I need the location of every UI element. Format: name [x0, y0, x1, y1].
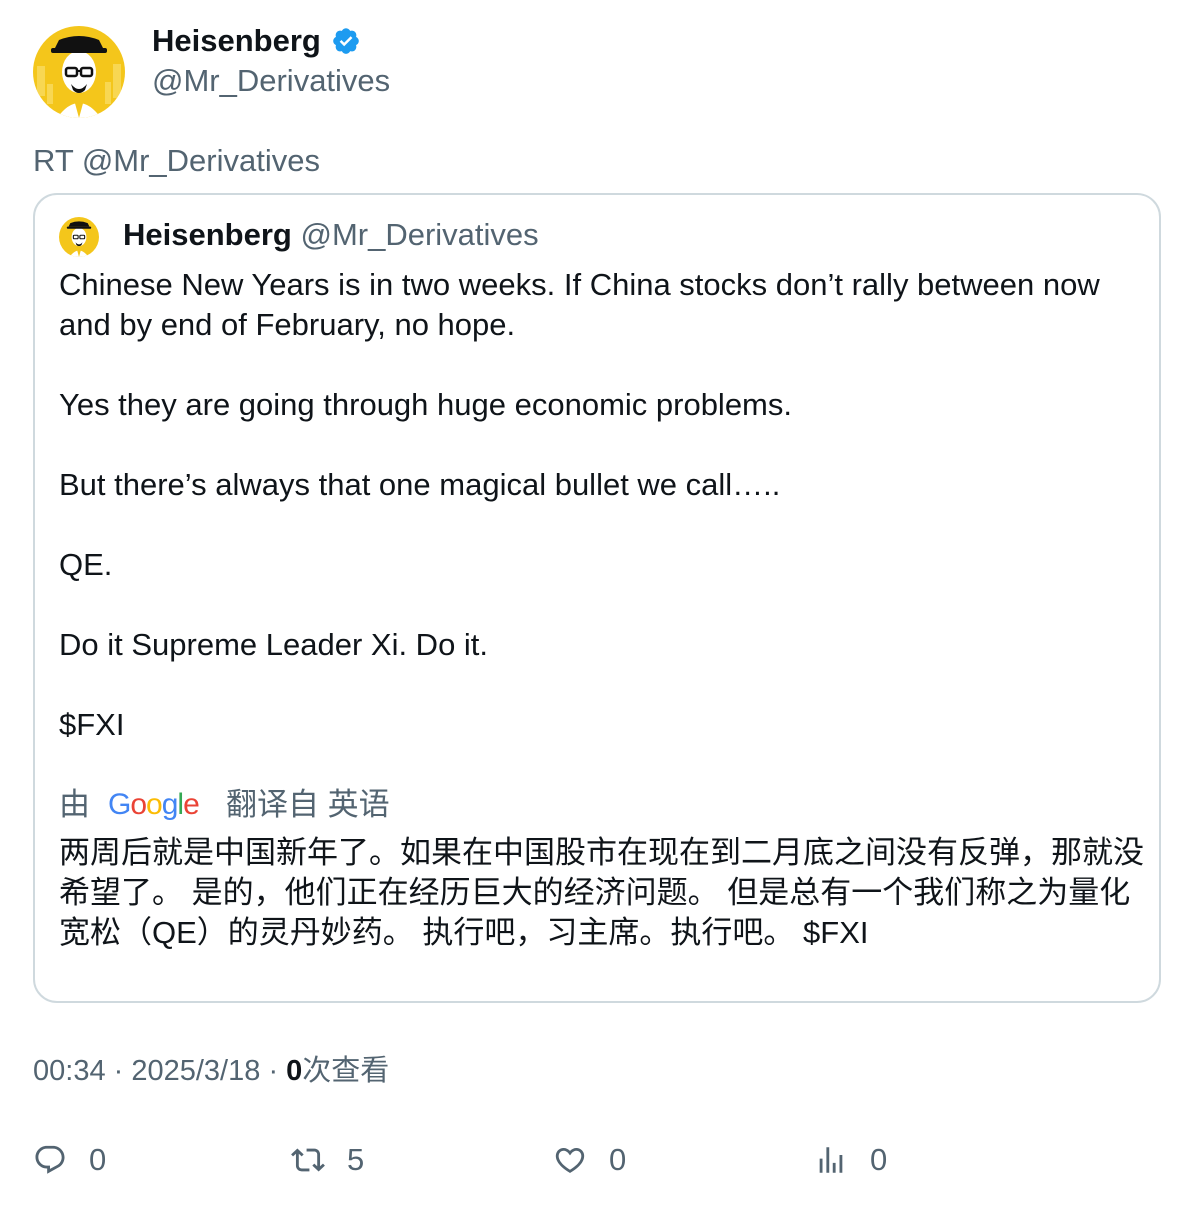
views-count-action: 0 [870, 1142, 888, 1177]
heisenberg-avatar-icon [59, 217, 99, 257]
like-button[interactable]: 0 [553, 1138, 626, 1182]
tweet-time[interactable]: 00:34 [33, 1055, 106, 1087]
verified-badge-icon[interactable] [331, 26, 361, 56]
tweet-paragraph: QE. [59, 547, 113, 582]
action-bar: 0 5 0 0 [33, 1138, 1163, 1182]
tweet-paragraph: Chinese New Years is in two weeks. If Ch… [59, 267, 1100, 342]
retweet-count: 5 [347, 1142, 365, 1177]
tweet-paragraph: Yes they are going through huge economic… [59, 387, 792, 422]
author-handle[interactable]: @Mr_Derivatives [152, 62, 390, 100]
retweet-icon [291, 1148, 325, 1172]
translation-source-language: 翻译自 英语 [226, 787, 390, 822]
author-name-row: Heisenberg [152, 22, 361, 60]
quoted-display-name[interactable]: Heisenberg [123, 217, 292, 252]
translation-attribution: 由 Google 翻译自 英语 [59, 785, 390, 825]
quoted-author-avatar[interactable] [59, 217, 99, 257]
reply-icon [35, 1145, 65, 1174]
translation-prefix: 由 [59, 787, 90, 822]
quoted-tweet-card[interactable]: Heisenberg @Mr_Derivatives Chinese New Y… [33, 193, 1161, 1003]
tweet-paragraph: But there’s always that one magical bull… [59, 467, 781, 502]
cashtag-link[interactable]: $FXI [59, 705, 1149, 745]
analytics-icon [819, 1147, 843, 1173]
views-button[interactable]: 0 [814, 1138, 887, 1182]
reply-button[interactable]: 0 [33, 1138, 106, 1182]
retweet-text: RT @Mr_Derivatives [33, 143, 320, 178]
views-count: 0 [286, 1055, 303, 1087]
heart-icon [555, 1147, 585, 1173]
tweet-date[interactable]: 2025/3/18 [131, 1055, 260, 1087]
meta-separator: · [113, 1055, 132, 1087]
quoted-tweet-text: Chinese New Years is in two weeks. If Ch… [59, 265, 1149, 785]
quoted-handle[interactable]: @Mr_Derivatives [300, 217, 538, 252]
tweet-paragraph: Do it Supreme Leader Xi. Do it. [59, 627, 489, 662]
svg-text:Google: Google [108, 788, 199, 821]
tweet-meta: 00:34 · 2025/3/18 · 0次查看 [33, 1052, 389, 1090]
author-avatar[interactable] [33, 26, 125, 118]
views-label: 次查看 [302, 1055, 390, 1087]
quoted-header: Heisenberg @Mr_Derivatives [123, 215, 539, 255]
heisenberg-avatar-icon [33, 26, 125, 118]
google-logo-icon[interactable]: Google [108, 788, 208, 822]
author-display-name[interactable]: Heisenberg [152, 22, 321, 60]
reply-count: 0 [89, 1142, 107, 1177]
translated-tweet-text: 两周后就是中国新年了。如果在中国股市在现在到二月底之间没有反弹，那就没希望了。 … [59, 835, 1144, 950]
meta-separator: · [268, 1055, 287, 1087]
like-count: 0 [609, 1142, 627, 1177]
retweet-button[interactable]: 5 [291, 1138, 364, 1182]
